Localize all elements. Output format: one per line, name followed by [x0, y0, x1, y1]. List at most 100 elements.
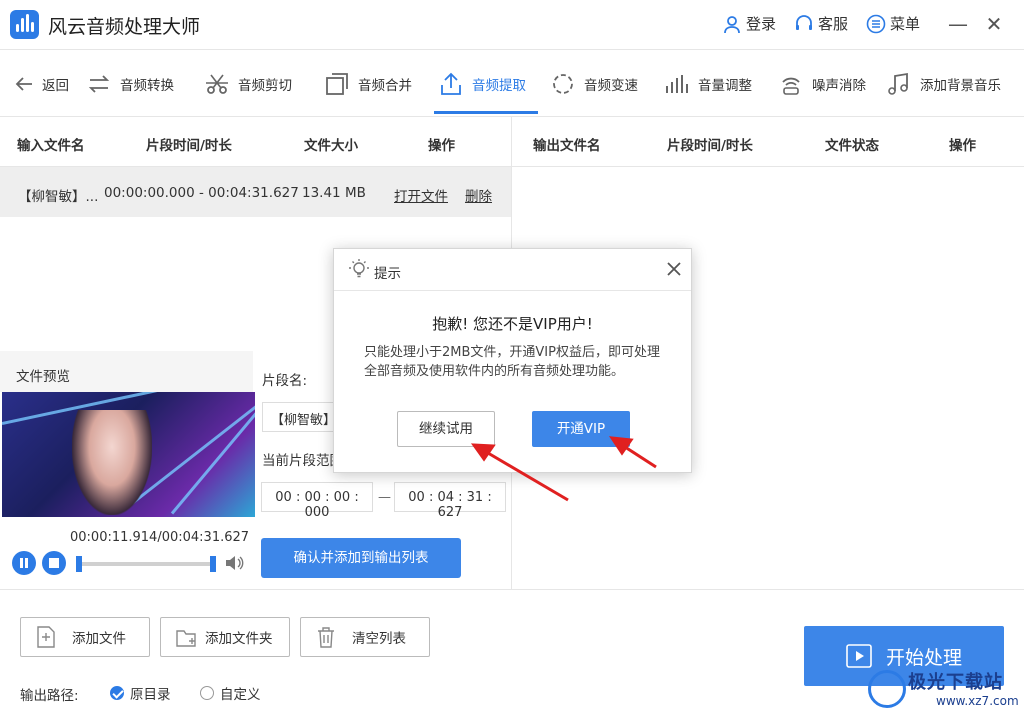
- row-file-name: 【柳智敏】...: [18, 189, 99, 205]
- app-logo-icon: [10, 10, 39, 39]
- title-bar: 风云音频处理大师 登录 客服 菜单 — ✕: [0, 0, 1024, 50]
- user-icon: [724, 15, 740, 33]
- segment-start-input[interactable]: 00 : 00 : 00 : 000: [261, 482, 373, 520]
- lightbulb-icon: [349, 259, 369, 278]
- tool-noise-removal[interactable]: 噪声消除: [778, 68, 866, 100]
- tool-audio-convert[interactable]: 音频转换: [86, 68, 174, 100]
- col-file-status: 文件状态: [825, 138, 879, 154]
- tool-label: 添加背景音乐: [920, 78, 1001, 94]
- playback-time: 00:00:11.914/00:04:31.627: [70, 530, 250, 545]
- dialog-message: 只能处理小于2MB文件，开通VIP权益后，即可处理全部音频及使用软件内的所有音频…: [364, 345, 660, 379]
- radio-custom-dir[interactable]: 自定义: [200, 683, 261, 703]
- col-output-actions: 操作: [949, 138, 976, 154]
- preview-header: 文件预览: [0, 351, 253, 392]
- tool-audio-cut[interactable]: 音频剪切: [204, 68, 292, 100]
- tool-label: 音频提取: [472, 78, 526, 94]
- app-title: 风云音频处理大师: [48, 16, 201, 38]
- volume-bars-icon: [666, 75, 688, 93]
- pause-button[interactable]: [12, 551, 36, 575]
- noise-icon: [782, 77, 800, 95]
- tool-audio-merge[interactable]: 音频合并: [324, 68, 412, 100]
- add-folder-label: 添加文件夹: [205, 631, 273, 647]
- login-button[interactable]: 登录: [722, 13, 776, 34]
- back-label: 返回: [42, 78, 69, 94]
- col-actions: 操作: [428, 138, 455, 154]
- watermark-url: www.xz7.com: [936, 694, 1019, 708]
- open-vip-button[interactable]: 开通VIP: [532, 411, 630, 447]
- continue-trial-button[interactable]: 继续试用: [397, 411, 495, 447]
- input-table-header: 输入文件名 片段时间/时长 文件大小 操作: [0, 117, 511, 167]
- preview-title: 文件预览: [16, 369, 70, 385]
- tool-label: 音频合并: [358, 78, 412, 94]
- music-note-icon: [888, 72, 908, 95]
- menu-button[interactable]: 菜单: [866, 13, 920, 34]
- row-file-size: 13.41 MB: [302, 185, 366, 201]
- tool-label: 音频转换: [120, 78, 174, 94]
- folder-icon: [176, 630, 196, 647]
- dialog-header: 提示: [334, 249, 691, 291]
- open-file-link[interactable]: 打开文件: [394, 185, 448, 205]
- playback-slider[interactable]: [76, 556, 216, 572]
- range-start-handle[interactable]: [76, 556, 82, 572]
- add-file-button[interactable]: 添加文件: [20, 617, 150, 657]
- col-output-name: 输出文件名: [533, 138, 601, 154]
- convert-icon: [88, 75, 110, 93]
- speed-icon: [553, 74, 573, 94]
- menu-label: 菜单: [890, 15, 921, 33]
- clear-list-button[interactable]: 清空列表: [300, 617, 430, 657]
- merge-icon: [326, 73, 348, 95]
- col-input-name: 输入文件名: [17, 138, 85, 154]
- back-button[interactable]: 返回: [14, 68, 69, 100]
- segment-name-label: 片段名:: [262, 373, 308, 389]
- radio-original-dir[interactable]: 原目录: [110, 683, 171, 703]
- tool-volume-adjust[interactable]: 音量调整: [664, 68, 752, 100]
- confirm-add-button[interactable]: 确认并添加到输出列表: [261, 538, 461, 578]
- play-icon: [846, 644, 872, 668]
- radio-custom-label: 自定义: [220, 687, 261, 703]
- add-file-icon: [37, 626, 55, 648]
- stop-button[interactable]: [42, 551, 66, 575]
- range-end-handle[interactable]: [210, 556, 216, 572]
- tool-label: 噪声消除: [812, 78, 866, 94]
- tool-label: 音量调整: [698, 78, 752, 94]
- service-button[interactable]: 客服: [794, 13, 848, 34]
- watermark-text: 极光下载站: [908, 672, 1003, 693]
- tool-audio-speed[interactable]: 音频变速: [550, 68, 638, 100]
- output-path-label: 输出路径:: [20, 688, 79, 704]
- tool-label: 音频变速: [584, 78, 638, 94]
- video-frame: [72, 410, 152, 515]
- close-window-icon[interactable]: ✕: [982, 12, 1006, 36]
- upload-icon: [441, 72, 461, 95]
- tool-add-bgm[interactable]: 添加背景音乐: [886, 68, 1001, 100]
- range-dash: —: [378, 490, 391, 505]
- watermark: 极光下载站 www.xz7.com: [866, 666, 1019, 716]
- radio-original-label: 原目录: [130, 687, 171, 703]
- clear-list-label: 清空列表: [352, 631, 406, 647]
- function-toolbar: 返回 音频转换 音频剪切 音频合并 音频提取 音频变速 音量调整 噪声消除 添加…: [0, 50, 1024, 117]
- table-row[interactable]: 【柳智敏】... 00:00:00.000 - 00:04:31.627 13.…: [0, 167, 511, 217]
- headset-icon: [796, 14, 812, 30]
- vip-prompt-dialog: 提示 抱歉! 您还不是VIP用户! 只能处理小于2MB文件，开通VIP权益后，即…: [333, 248, 692, 473]
- menu-icon: [866, 14, 886, 33]
- add-folder-button[interactable]: 添加文件夹: [160, 617, 290, 657]
- close-icon[interactable]: [664, 259, 684, 279]
- segment-end-input[interactable]: 00 : 04 : 31 : 627: [394, 482, 506, 520]
- add-file-label: 添加文件: [72, 631, 126, 647]
- tool-label: 音频剪切: [238, 78, 292, 94]
- col-segment-time: 片段时间/时长: [146, 138, 232, 154]
- trash-icon: [318, 627, 334, 648]
- col-output-time: 片段时间/时长: [667, 138, 753, 154]
- delete-link[interactable]: 删除: [465, 185, 492, 205]
- output-table-header: 输出文件名 片段时间/时长 文件状态 操作: [512, 117, 1024, 167]
- tool-audio-extract[interactable]: 音频提取: [438, 68, 526, 100]
- radio-empty-icon: [200, 686, 214, 700]
- current-segment-label: 当前片段范围:: [262, 453, 334, 469]
- video-preview[interactable]: [2, 392, 255, 517]
- scissors-icon: [206, 74, 228, 94]
- login-label: 登录: [746, 15, 777, 33]
- watermark-logo-icon: [868, 670, 906, 708]
- row-segment-time: 00:00:00.000 - 00:04:31.627: [104, 185, 299, 201]
- volume-icon[interactable]: [224, 554, 244, 572]
- minimize-icon[interactable]: —: [946, 12, 970, 36]
- col-file-size: 文件大小: [304, 138, 358, 154]
